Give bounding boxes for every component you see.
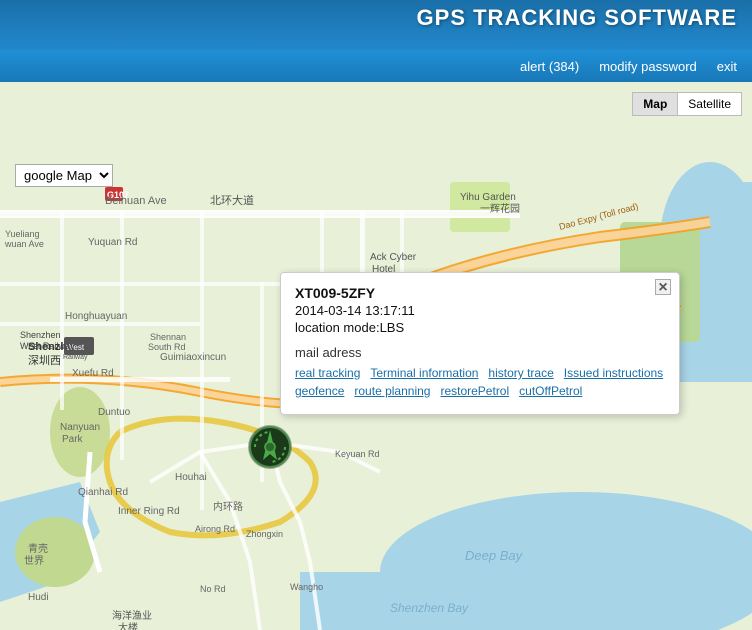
exit-link[interactable]: exit: [717, 59, 737, 74]
svg-text:Ack Cyber: Ack Cyber: [370, 252, 417, 263]
timestamp: 2014-03-14 13:17:11: [295, 303, 665, 318]
map-select[interactable]: google MapBing MapOSM Map: [15, 164, 113, 187]
issued-instructions-link[interactable]: Issued instructions: [564, 366, 663, 380]
location-mode-label: location mode:: [295, 320, 380, 335]
svg-text:海洋渔业: 海洋渔业: [112, 609, 152, 622]
svg-text:大楼: 大楼: [118, 621, 138, 630]
svg-text:West Railway: West Railway: [20, 341, 75, 351]
svg-text:内环路: 内环路: [213, 500, 243, 513]
links-row-1: real tracking Terminal information histo…: [295, 366, 665, 380]
location-mode-value: LBS: [380, 320, 405, 335]
svg-text:世界: 世界: [24, 555, 44, 567]
svg-text:Deep Bay: Deep Bay: [465, 548, 524, 563]
navbar: alert (384) modify password exit: [0, 50, 752, 82]
svg-text:Honghuayuan: Honghuayuan: [65, 311, 127, 322]
svg-text:一辉花园: 一辉花园: [480, 202, 520, 215]
app-title: GPS TRACKING SOFTWARE: [417, 5, 737, 31]
geofence-link[interactable]: geofence: [295, 384, 344, 398]
cutoff-petrol-link[interactable]: cutOffPetrol: [519, 384, 582, 398]
real-tracking-link[interactable]: real tracking: [295, 366, 360, 380]
svg-text:Wangho: Wangho: [290, 582, 323, 592]
svg-text:Duntuo: Duntuo: [98, 407, 131, 418]
svg-text:wuan Ave: wuan Ave: [4, 239, 44, 249]
svg-text:Xuefu Rd: Xuefu Rd: [72, 368, 114, 379]
svg-text:Park: Park: [62, 434, 84, 445]
svg-text:Railway: Railway: [63, 354, 88, 361]
device-id: XT009-5ZFY: [295, 285, 665, 301]
links-row-2: geofence route planning restorePetrol cu…: [295, 384, 665, 398]
svg-text:No Rd: No Rd: [200, 584, 226, 594]
svg-text:Yueliang: Yueliang: [5, 229, 40, 239]
info-popup: × XT009-5ZFY 2014-03-14 13:17:11 locatio…: [280, 272, 680, 415]
map-button[interactable]: Map: [633, 93, 678, 115]
svg-text:Zhongxin: Zhongxin: [246, 529, 283, 539]
svg-text:Guimiaoxincun: Guimiaoxincun: [160, 352, 226, 363]
svg-text:青壳: 青壳: [28, 542, 48, 555]
svg-text:深圳西: 深圳西: [28, 354, 61, 367]
svg-text:Shenzhen Bay: Shenzhen Bay: [390, 601, 469, 615]
close-button[interactable]: ×: [655, 279, 671, 295]
map-type-toggle[interactable]: Map Satellite: [632, 92, 742, 116]
svg-text:Airong Rd: Airong Rd: [195, 524, 235, 534]
map-select-area[interactable]: google MapBing MapOSM Map: [15, 164, 113, 187]
svg-text:Shenzhen: Shenzhen: [20, 330, 61, 340]
svg-text:Inner Ring Rd: Inner Ring Rd: [118, 506, 180, 517]
header: GPS TRACKING SOFTWARE: [0, 0, 752, 50]
svg-text:Hudi: Hudi: [28, 592, 49, 603]
svg-text:Keyuan Rd: Keyuan Rd: [335, 449, 380, 459]
svg-text:South Rd: South Rd: [148, 342, 186, 352]
satellite-button[interactable]: Satellite: [678, 93, 741, 115]
svg-text:Shennan: Shennan: [150, 332, 186, 342]
svg-text:北环大道: 北环大道: [210, 193, 254, 207]
svg-text:Yuquan Rd: Yuquan Rd: [88, 237, 138, 248]
location-mode: location mode:LBS: [295, 320, 665, 335]
svg-text:Yihu Garden: Yihu Garden: [460, 192, 516, 203]
svg-text:Nanyuan: Nanyuan: [60, 422, 100, 433]
terminal-info-link[interactable]: Terminal information: [370, 366, 478, 380]
route-planning-link[interactable]: route planning: [354, 384, 430, 398]
svg-text:Qianhai Rd: Qianhai Rd: [78, 487, 128, 498]
restore-petrol-link[interactable]: restorePetrol: [440, 384, 509, 398]
history-trace-link[interactable]: history trace: [488, 366, 553, 380]
map-marker[interactable]: [245, 422, 295, 472]
alert-link[interactable]: alert (384): [520, 59, 579, 74]
map-container: G107 Beihuan Ave 北环大道 Shenzhen 深圳西 Xuefu…: [0, 82, 752, 630]
svg-text:Beihuan Ave: Beihuan Ave: [105, 195, 167, 207]
svg-text:Houhai: Houhai: [175, 472, 207, 483]
mail-address-label: mail adress: [295, 345, 665, 360]
modify-password-link[interactable]: modify password: [599, 59, 697, 74]
